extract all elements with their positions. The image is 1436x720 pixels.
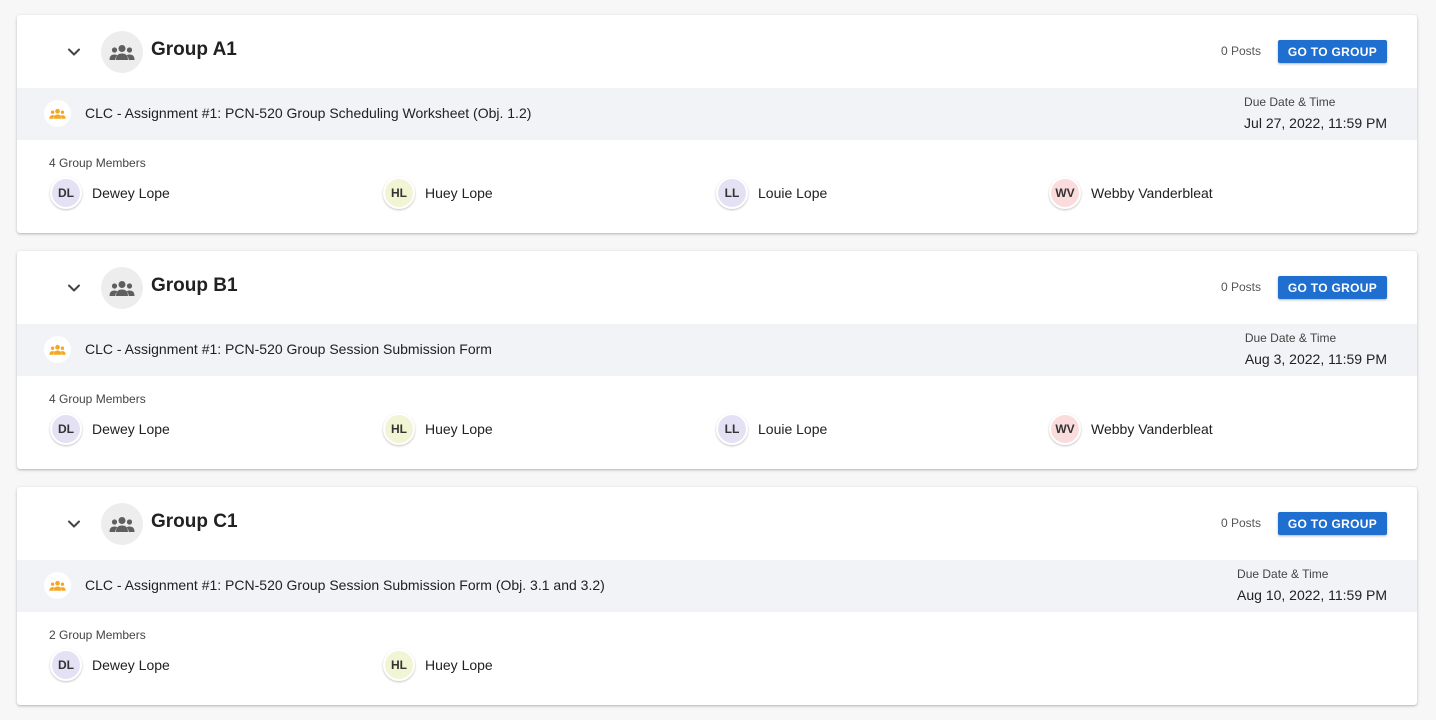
group-icon: [101, 31, 143, 73]
group-header: Group C1 0 Posts GO TO GROUP: [17, 487, 1417, 560]
member-name: Huey Lope: [425, 421, 493, 437]
member-item[interactable]: HL Huey Lope: [383, 177, 493, 209]
member-count: 4 Group Members: [49, 392, 146, 406]
member-item[interactable]: LL Louie Lope: [716, 177, 827, 209]
due-date-value: Aug 3, 2022, 11:59 PM: [1244, 351, 1387, 367]
group-header: Group A1 0 Posts GO TO GROUP: [17, 15, 1417, 88]
assignment-row: CLC - Assignment #1: PCN-520 Group Sessi…: [17, 324, 1417, 376]
assignment-title[interactable]: CLC - Assignment #1: PCN-520 Group Sched…: [85, 105, 531, 121]
group-members: 4 Group Members DL Dewey Lope HL Huey Lo…: [17, 140, 1417, 233]
go-to-group-button[interactable]: GO TO GROUP: [1277, 512, 1387, 535]
avatar: DL: [50, 413, 82, 445]
member-count: 2 Group Members: [49, 628, 146, 642]
due-date-value: Aug 10, 2022, 11:59 PM: [1237, 587, 1387, 603]
group-members: 2 Group Members DL Dewey Lope HL Huey Lo…: [17, 612, 1417, 705]
group-card: Group B1 0 Posts GO TO GROUP CLC - Assig…: [17, 251, 1417, 469]
member-item[interactable]: HL Huey Lope: [383, 413, 493, 445]
post-count: 0 Posts: [1220, 516, 1261, 530]
avatar: HL: [383, 649, 415, 681]
group-icon: [101, 503, 143, 545]
go-to-group-button[interactable]: GO TO GROUP: [1277, 40, 1387, 63]
chevron-down-icon[interactable]: [64, 42, 84, 62]
assignment-row: CLC - Assignment #1: PCN-520 Group Sessi…: [17, 560, 1417, 612]
due-date-value: Jul 27, 2022, 11:59 PM: [1244, 115, 1387, 131]
member-name: Webby Vanderbleat: [1091, 421, 1213, 437]
post-count: 0 Posts: [1220, 280, 1261, 294]
member-name: Louie Lope: [758, 421, 828, 437]
avatar: HL: [383, 413, 415, 445]
member-name: Dewey Lope: [92, 421, 170, 437]
group-card: Group A1 0 Posts GO TO GROUP CLC - Assig…: [17, 15, 1417, 233]
due-date-label: Due Date & Time: [1244, 95, 1336, 109]
member-item[interactable]: LL Louie Lope: [716, 413, 827, 445]
avatar: DL: [50, 177, 82, 209]
group-name: Group A1: [151, 39, 237, 60]
group-name: Group C1: [151, 511, 238, 532]
member-item[interactable]: DL Dewey Lope: [50, 649, 170, 681]
chevron-down-icon[interactable]: [64, 514, 84, 534]
member-name: Webby Vanderbleat: [1091, 185, 1213, 201]
group-name: Group B1: [151, 275, 238, 296]
avatar: LL: [716, 177, 748, 209]
member-item[interactable]: DL Dewey Lope: [50, 413, 170, 445]
member-name: Dewey Lope: [92, 657, 170, 673]
group-icon: [101, 267, 143, 309]
assignment-group-icon: [44, 572, 71, 599]
member-name: Huey Lope: [425, 657, 493, 673]
post-count: 0 Posts: [1220, 44, 1261, 58]
due-date: Due Date & Time Aug 3, 2022, 11:59 PM: [1245, 331, 1387, 367]
assignment-title[interactable]: CLC - Assignment #1: PCN-520 Group Sessi…: [85, 577, 605, 593]
avatar: LL: [716, 413, 748, 445]
assignment-title[interactable]: CLC - Assignment #1: PCN-520 Group Sessi…: [85, 341, 492, 357]
member-name: Huey Lope: [425, 185, 493, 201]
chevron-down-icon[interactable]: [64, 278, 84, 298]
avatar: WV: [1049, 177, 1081, 209]
assignment-row: CLC - Assignment #1: PCN-520 Group Sched…: [17, 88, 1417, 140]
member-name: Louie Lope: [758, 185, 828, 201]
assignment-group-icon: [44, 336, 71, 363]
member-name: Dewey Lope: [92, 185, 170, 201]
due-date-label: Due Date & Time: [1237, 567, 1329, 581]
avatar: DL: [50, 649, 82, 681]
avatar: HL: [383, 177, 415, 209]
assignment-group-icon: [44, 100, 71, 127]
group-header: Group B1 0 Posts GO TO GROUP: [17, 251, 1417, 324]
member-item[interactable]: WV Webby Vanderbleat: [1049, 177, 1213, 209]
avatar: WV: [1049, 413, 1081, 445]
member-count: 4 Group Members: [49, 156, 146, 170]
member-item[interactable]: HL Huey Lope: [383, 649, 493, 681]
due-date: Due Date & Time Aug 10, 2022, 11:59 PM: [1237, 567, 1387, 603]
due-date: Due Date & Time Jul 27, 2022, 11:59 PM: [1244, 95, 1387, 131]
group-members: 4 Group Members DL Dewey Lope HL Huey Lo…: [17, 376, 1417, 469]
due-date-label: Due Date & Time: [1244, 331, 1337, 345]
go-to-group-button[interactable]: GO TO GROUP: [1277, 276, 1387, 299]
group-card: Group C1 0 Posts GO TO GROUP CLC - Assig…: [17, 487, 1417, 705]
member-item[interactable]: WV Webby Vanderbleat: [1049, 413, 1213, 445]
member-item[interactable]: DL Dewey Lope: [50, 177, 170, 209]
